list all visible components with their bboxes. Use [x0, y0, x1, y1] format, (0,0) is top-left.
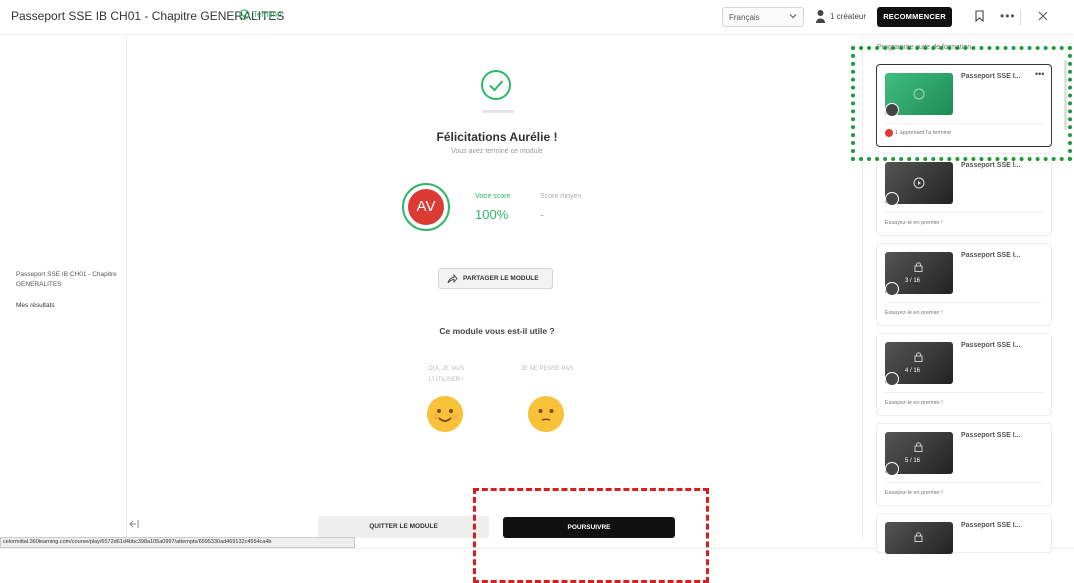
- left-panel-module-title[interactable]: Passeport SSE IB CH01 - Chapitre GENERAL…: [16, 270, 121, 290]
- restart-button[interactable]: RECOMMENCER: [877, 7, 952, 27]
- feedback-no-label: JE NE PENSE PAS: [520, 366, 574, 372]
- play-icon: [913, 177, 925, 189]
- lock-icon: [914, 262, 923, 272]
- collapse-panel-icon[interactable]: [128, 518, 140, 530]
- course-card-title: Passeport SSE I...: [961, 522, 1021, 529]
- feedback-yes-label: OUI, JE VAIS L'UTILISER !: [428, 366, 464, 383]
- course-card-title: Passeport SSE I...: [961, 162, 1021, 169]
- lock-icon: [914, 352, 923, 362]
- course-card-title: Passeport SSE I...: [961, 432, 1021, 439]
- course-card-status: Essayez-le en premier !: [885, 220, 943, 226]
- avatar: [885, 192, 899, 206]
- avatar: [885, 462, 899, 476]
- share-module-label: PARTAGER LE MODULE: [463, 275, 539, 282]
- feedback-question: Ce module vous est-il utile ?: [439, 326, 555, 336]
- avatar: [885, 282, 899, 296]
- bookmark-icon[interactable]: [975, 10, 984, 22]
- my-results-link[interactable]: Mes résultats: [16, 302, 55, 309]
- close-icon[interactable]: [1038, 11, 1048, 21]
- course-card-status: Essayez-le en premier !: [885, 490, 943, 496]
- lesson-counter: 3 / 16: [905, 278, 921, 284]
- divider: [885, 212, 1043, 213]
- language-select[interactable]: Français: [722, 7, 804, 27]
- person-icon: [816, 10, 825, 23]
- check-circle-icon: [239, 9, 250, 20]
- highlight-box-continue: [473, 488, 709, 583]
- quit-module-button[interactable]: QUITTER LE MODULE: [318, 516, 489, 538]
- avatar-initials: AV: [408, 189, 444, 225]
- smiley-happy-icon[interactable]: [427, 396, 463, 432]
- your-score-value: 100%: [475, 207, 509, 222]
- chevron-down-icon: [789, 14, 797, 19]
- course-card-5[interactable]: 5 / 16 Passeport SSE I... Essayez-le en …: [876, 423, 1052, 506]
- smiley-neutral-icon[interactable]: [528, 396, 564, 432]
- status-badge: Terminé: [253, 10, 282, 19]
- course-card-status: Essayez-le en premier !: [885, 400, 943, 406]
- lock-icon: [914, 442, 923, 452]
- avatar: AV: [402, 183, 450, 231]
- success-check-icon: [481, 70, 511, 100]
- course-card-4[interactable]: 4 / 16 Passeport SSE I... Essayez-le en …: [876, 333, 1052, 416]
- average-score-label: Score moyen: [540, 193, 582, 200]
- lock-icon: [914, 532, 923, 542]
- course-card-title: Passeport SSE I...: [961, 342, 1021, 349]
- more-options-icon[interactable]: •••: [1000, 9, 1016, 23]
- completion-text: Vous avez terminé ce module: [451, 148, 543, 155]
- highlight-box-current-course: [851, 46, 1072, 161]
- share-icon: [447, 273, 458, 284]
- your-score-label: Votre score: [475, 193, 511, 200]
- divider: [1020, 10, 1021, 25]
- course-card-status: Essayez-le en premier !: [885, 310, 943, 316]
- congratulations-heading: Félicitations Aurélie !: [436, 130, 558, 144]
- course-card-6[interactable]: Passeport SSE I...: [876, 513, 1052, 554]
- lesson-counter: 5 / 16: [905, 458, 921, 464]
- language-value: Français: [729, 13, 760, 22]
- avatar: [885, 372, 899, 386]
- course-thumbnail: [885, 522, 953, 554]
- course-card-2[interactable]: Passeport SSE I... Essayez-le en premier…: [876, 153, 1052, 236]
- divider: [482, 110, 514, 113]
- divider: [885, 392, 1043, 393]
- lesson-counter: 4 / 16: [905, 368, 921, 374]
- average-score-value: -: [540, 207, 545, 222]
- share-module-button[interactable]: PARTAGER LE MODULE: [438, 268, 553, 289]
- course-card-title: Passeport SSE I...: [961, 252, 1021, 259]
- status-bar-url: celormittal.360learning.com/course/play/…: [0, 537, 355, 548]
- course-card-3[interactable]: 3 / 16 Passeport SSE I... Essayez-le en …: [876, 243, 1052, 326]
- divider: [885, 302, 1043, 303]
- divider: [885, 482, 1043, 483]
- creators-link[interactable]: 1 créateur: [830, 12, 866, 21]
